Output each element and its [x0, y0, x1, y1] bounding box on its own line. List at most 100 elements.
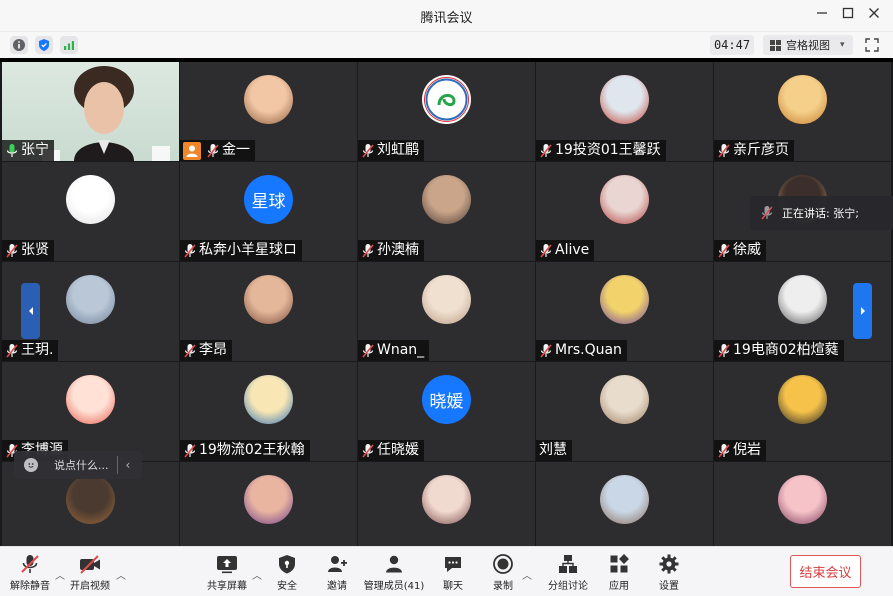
unmute-label: 解除静音: [10, 581, 50, 592]
chat-quick-input[interactable]: 说点什么... ‹: [14, 451, 142, 479]
chevron-up-icon[interactable]: ︿: [116, 567, 126, 582]
avatar: [66, 175, 115, 224]
chat-button[interactable]: 聊天: [440, 547, 466, 596]
view-mode-dropdown[interactable]: 宫格视图 ▾: [763, 35, 853, 55]
avatar: [244, 75, 293, 124]
title-bar: 腾讯会议: [0, 0, 893, 32]
mic-icon: [5, 143, 19, 159]
mic-muted-icon: [539, 143, 553, 159]
apps-button[interactable]: 应用: [606, 547, 632, 596]
participant-tile[interactable]: [180, 462, 357, 546]
avatar: [778, 475, 827, 524]
chevron-up-icon[interactable]: ︿: [55, 567, 65, 582]
settings-label: 设置: [659, 581, 679, 592]
participant-name: 李昂: [199, 342, 227, 358]
chevron-up-icon[interactable]: ︿: [252, 567, 262, 582]
participant-tile[interactable]: 李博源: [2, 362, 179, 461]
avatar: [244, 375, 293, 424]
share-screen-label: 共享屏幕: [207, 581, 247, 592]
share-screen-button[interactable]: 共享屏幕: [206, 547, 248, 596]
share-screen-icon: [217, 556, 237, 574]
settings-button[interactable]: 设置: [656, 547, 682, 596]
shield-icon[interactable]: [35, 36, 53, 54]
unmute-button[interactable]: 解除静音: [10, 547, 50, 596]
fullscreen-icon[interactable]: [862, 35, 882, 55]
close-icon[interactable]: [864, 6, 884, 26]
grid-icon: [770, 39, 781, 51]
participant-tile[interactable]: Alive: [536, 162, 713, 261]
participant-tile[interactable]: Mrs.Quan: [536, 262, 713, 361]
avatar: 晓媛: [422, 375, 471, 424]
participant-name-bar: 19电商02柏煊蕤: [714, 340, 844, 361]
participant-name-bar: Wnan_: [358, 340, 430, 361]
manage-members-button[interactable]: 管理成员(41): [364, 547, 424, 596]
prev-page-button[interactable]: [21, 283, 40, 339]
chevron-left-icon[interactable]: ‹: [126, 458, 131, 472]
avatar: [600, 475, 649, 524]
participant-tile[interactable]: [536, 462, 713, 546]
mic-muted-icon: [361, 443, 375, 459]
mic-muted-icon: [206, 143, 220, 159]
participant-tile[interactable]: 李昂: [180, 262, 357, 361]
participant-tile[interactable]: [358, 462, 535, 546]
participant-name-bar: 张宁: [2, 140, 54, 161]
participant-name-bar: 倪岩: [714, 440, 766, 461]
meeting-info-bar: 04:47 宫格视图 ▾: [0, 32, 893, 58]
next-page-button[interactable]: [853, 283, 872, 339]
security-button[interactable]: 安全: [274, 547, 300, 596]
meeting-timer: 04:47: [710, 35, 754, 55]
participant-name-bar: 金一: [180, 140, 255, 161]
participant-name: 金一: [222, 142, 250, 158]
participant-name: 刘虹鹛: [377, 142, 419, 158]
chevron-down-icon: ▾: [840, 40, 845, 50]
avatar: [778, 275, 827, 324]
participant-tile[interactable]: 金一: [180, 62, 357, 161]
participant-tile[interactable]: 刘虹鹛: [358, 62, 535, 161]
participant-tile[interactable]: 19投资01王馨跃: [536, 62, 713, 161]
avatar: [778, 375, 827, 424]
chat-input-placeholder: 说点什么...: [54, 459, 109, 472]
mic-muted-icon: [717, 443, 731, 459]
participant-tile[interactable]: 星球 私奔小羊星球ロ: [180, 162, 357, 261]
participant-tile[interactable]: 张贤: [2, 162, 179, 261]
chevron-right-icon: [860, 307, 865, 315]
participant-tile[interactable]: 倪岩: [714, 362, 891, 461]
participant-tile[interactable]: 刘慧: [536, 362, 713, 461]
participant-name-bar: 张贤: [2, 240, 54, 261]
avatar: [244, 475, 293, 524]
emoji-icon[interactable]: [24, 458, 38, 472]
participant-tile[interactable]: 亲斤彦页: [714, 62, 891, 161]
participant-name-bar: 李昂: [180, 340, 232, 361]
avatar: [600, 75, 649, 124]
signal-icon[interactable]: [60, 36, 78, 54]
participant-name: Mrs.Quan: [555, 342, 622, 358]
mic-muted-icon: [717, 343, 731, 359]
info-icon[interactable]: [10, 36, 28, 54]
mic-muted-icon: [5, 243, 19, 259]
record-button[interactable]: 录制: [490, 547, 516, 596]
participant-name-bar: 王玥.: [2, 340, 59, 361]
start-video-button[interactable]: 开启视频: [70, 547, 110, 596]
breakout-button[interactable]: 分组讨论: [546, 547, 590, 596]
participant-name-bar: 刘虹鹛: [358, 140, 424, 161]
chevron-up-icon[interactable]: ︿: [522, 567, 532, 582]
participant-name: Alive: [555, 242, 590, 258]
mic-muted-icon: [361, 343, 375, 359]
participant-tile[interactable]: 晓媛任晓媛: [358, 362, 535, 461]
maximize-icon[interactable]: [838, 6, 858, 26]
avatar: [422, 75, 471, 124]
invite-button[interactable]: 邀请: [324, 547, 350, 596]
participant-tile[interactable]: 孙澳楠: [358, 162, 535, 261]
invite-label: 邀请: [327, 581, 347, 592]
participant-tile[interactable]: [714, 462, 891, 546]
breakout-label: 分组讨论: [548, 581, 588, 592]
host-icon: [183, 141, 201, 160]
minimize-icon[interactable]: [812, 6, 832, 26]
end-meeting-button[interactable]: 结束会议: [790, 555, 861, 588]
speaking-indicator: 正在讲话: 张宁;: [750, 196, 893, 230]
participant-tile[interactable]: Wnan_: [358, 262, 535, 361]
participant-tile[interactable]: 张宁: [2, 62, 179, 161]
participant-tile[interactable]: 19物流02王秋翰: [180, 362, 357, 461]
participant-name: 任晓媛: [377, 442, 419, 458]
speaking-indicator-label: 正在讲话: 张宁;: [782, 207, 859, 220]
